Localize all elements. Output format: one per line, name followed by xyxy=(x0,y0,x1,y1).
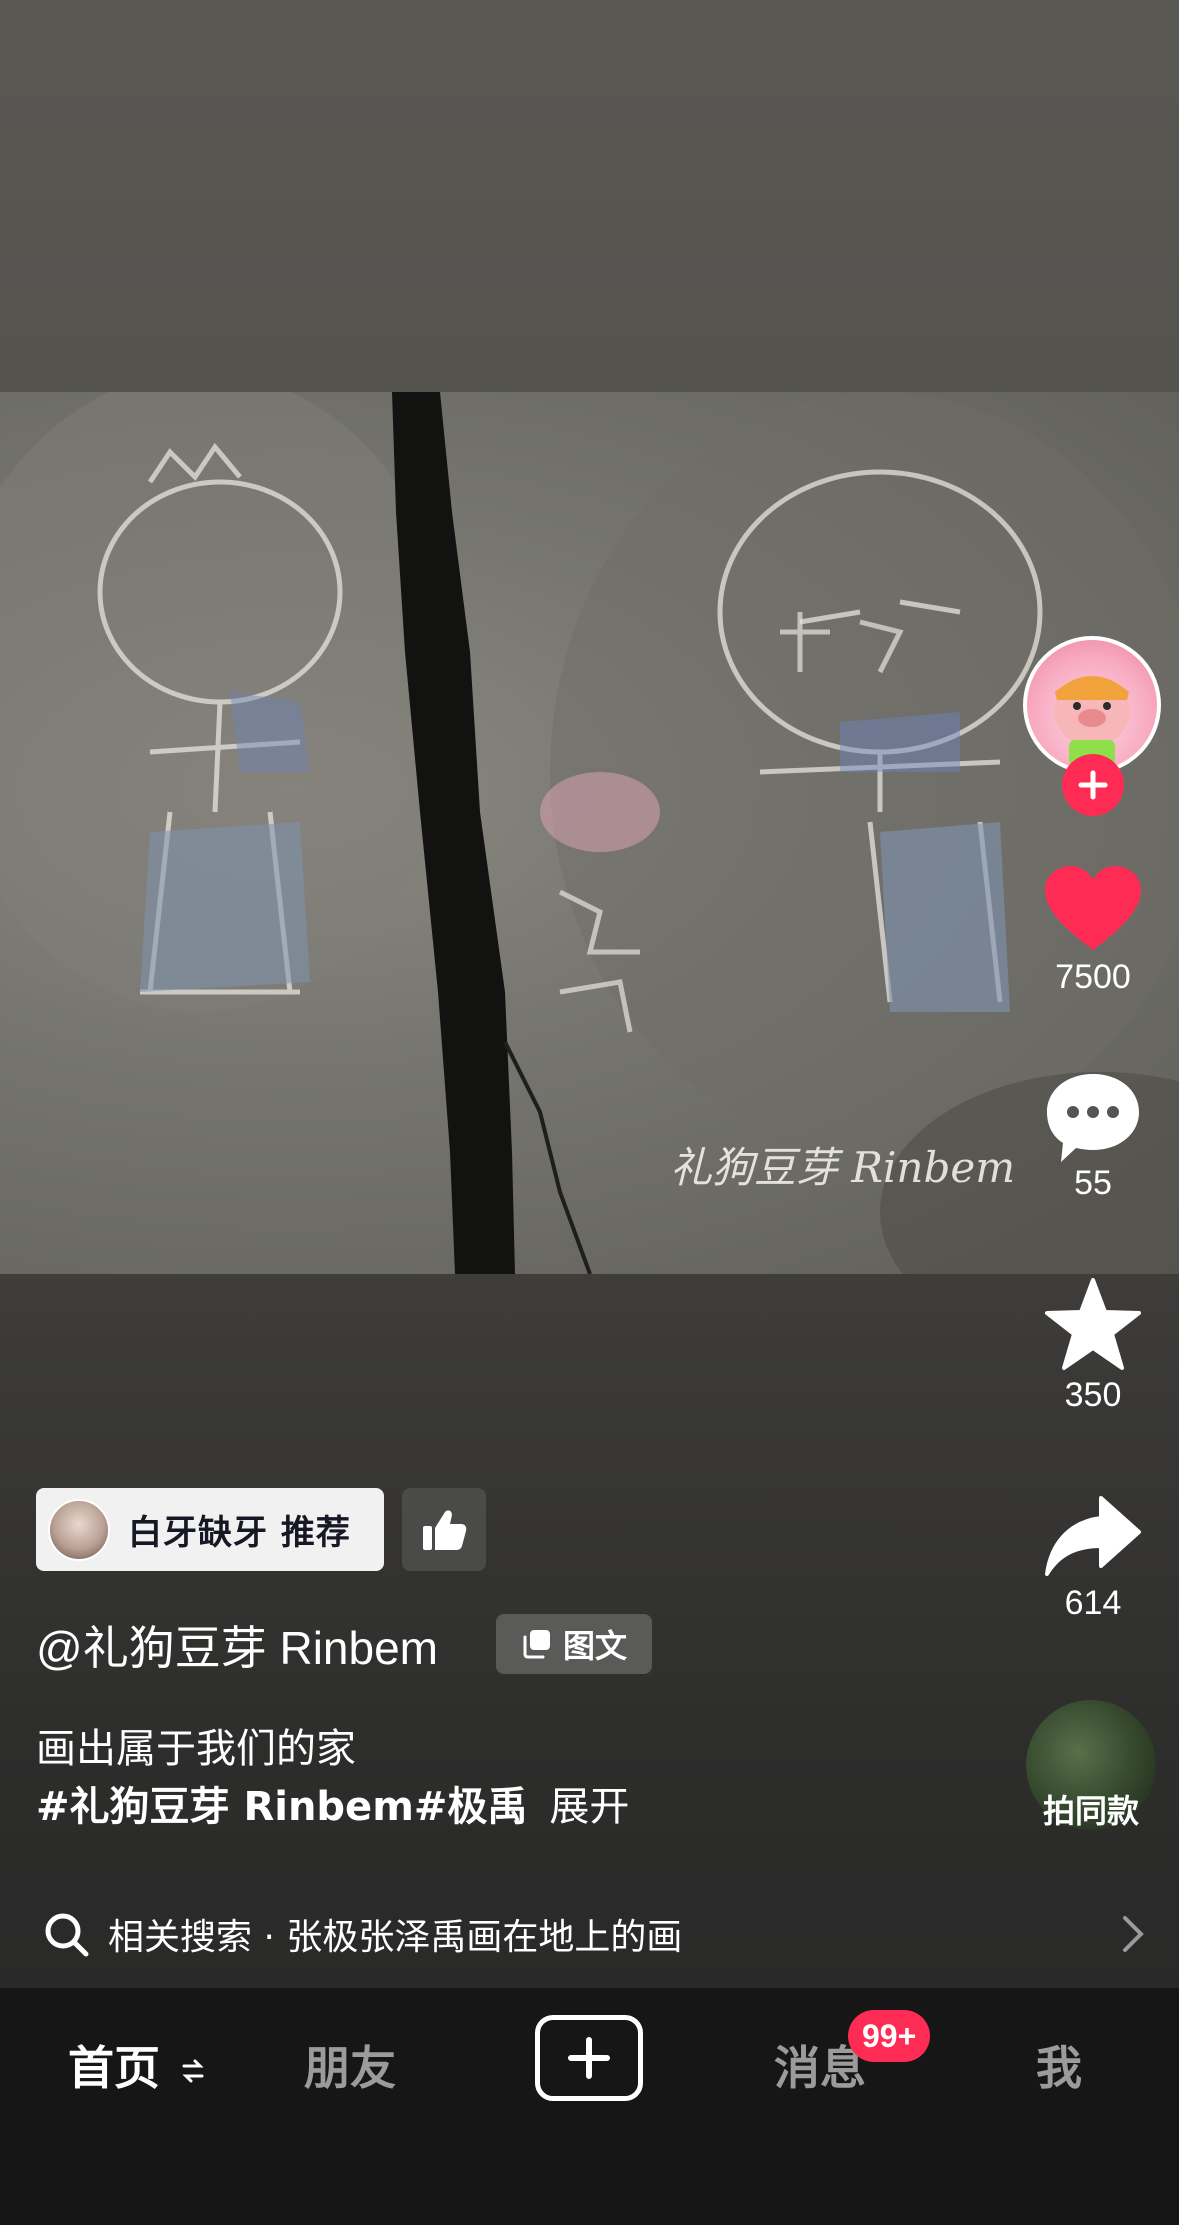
pig-mascot-icon xyxy=(1054,676,1130,766)
post-type-label: 图文 xyxy=(562,1627,627,1665)
hashtags-text[interactable]: #礼狗豆芽 Rinbem#极禹 xyxy=(36,1784,527,1830)
chalk-drawing-illustration: 礼狗豆芽 Rinbem xyxy=(0,392,1179,1274)
related-search-bar[interactable]: 相关搜索 · 张极张泽禹画在地上的画 xyxy=(0,1886,1179,1982)
bottom-navigation: 首页 朋友 消息 99+ 我 xyxy=(0,1988,1179,2225)
video-feed-screen: 礼狗豆芽 Rinbem 7500 55 350 614 白牙缺牙 推荐 @礼狗豆… xyxy=(0,0,1179,2225)
follow-button[interactable] xyxy=(1062,754,1124,816)
same-style-label[interactable]: 拍同款 xyxy=(1020,1786,1162,1832)
author-avatar-group[interactable] xyxy=(1020,636,1166,816)
star-icon xyxy=(1045,1278,1141,1370)
search-icon xyxy=(45,1913,89,1957)
comment-icon xyxy=(1047,1074,1139,1162)
post-type-chip: 图文 xyxy=(496,1614,652,1674)
recommend-like-button[interactable] xyxy=(402,1488,486,1571)
switch-feed-icon xyxy=(182,2059,204,2083)
nav-me[interactable]: 我 xyxy=(1036,2032,1082,2098)
share-action[interactable]: 614 xyxy=(1020,1494,1166,1623)
create-post-button[interactable] xyxy=(535,2015,643,2101)
share-count: 614 xyxy=(1064,1584,1122,1622)
favorite-action[interactable]: 350 xyxy=(1020,1276,1166,1415)
nav-home-label: 首页 xyxy=(68,2041,160,2095)
plus-icon xyxy=(568,2037,610,2079)
comment-action[interactable]: 55 xyxy=(1020,1070,1166,1203)
post-hashtags: #礼狗豆芽 Rinbem#极禹 展开 xyxy=(36,1774,629,1832)
share-arrow-icon xyxy=(1045,1496,1141,1576)
chevron-right-icon xyxy=(1123,1916,1144,1952)
like-action[interactable]: 7500 xyxy=(1020,864,1166,997)
recommender-label: 白牙缺牙 推荐 xyxy=(128,1513,351,1553)
comment-count: 55 xyxy=(1074,1164,1112,1202)
image-watermark: 礼狗豆芽 Rinbem xyxy=(670,1143,1015,1192)
plus-icon xyxy=(1078,770,1108,800)
nav-home[interactable]: 首页 xyxy=(68,2032,204,2098)
author-name[interactable]: @礼狗豆芽 Rinbem xyxy=(36,1612,438,1678)
post-description: 画出属于我们的家 xyxy=(36,1726,356,1772)
related-search-text: 相关搜索 · 张极张泽禹画在地上的画 xyxy=(108,1917,683,1958)
recommender-chip[interactable]: 白牙缺牙 推荐 xyxy=(36,1488,384,1571)
heart-icon xyxy=(1045,866,1141,950)
nav-friends[interactable]: 朋友 xyxy=(304,2032,396,2098)
like-count: 7500 xyxy=(1055,958,1131,996)
messages-badge: 99+ xyxy=(848,2010,931,2062)
recommender-avatar xyxy=(48,1498,110,1561)
thumbs-up-icon xyxy=(423,1509,467,1550)
expand-link[interactable]: 展开 xyxy=(549,1784,629,1830)
image-stack-icon xyxy=(523,1630,550,1659)
post-image[interactable]: 礼狗豆芽 Rinbem xyxy=(0,392,1179,1274)
favorite-count: 350 xyxy=(1064,1376,1122,1414)
